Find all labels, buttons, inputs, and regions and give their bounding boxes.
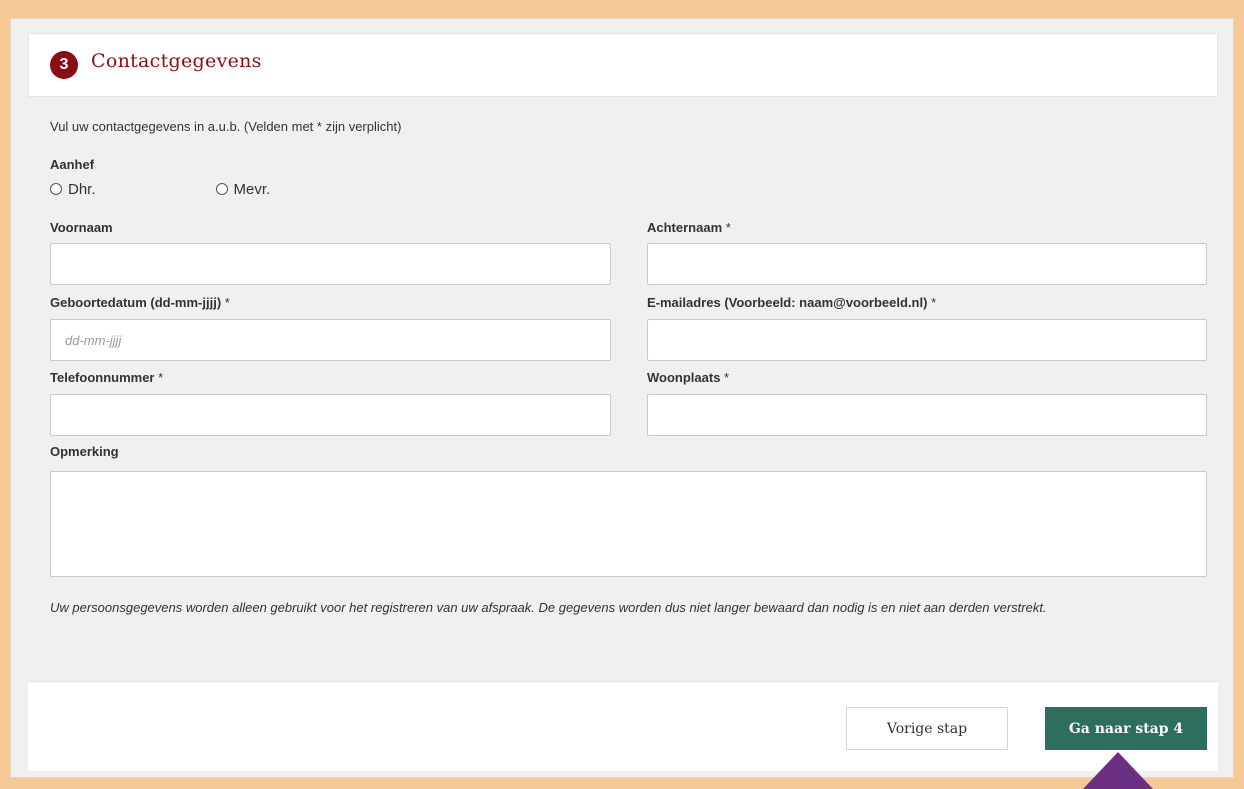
required-marker: * <box>722 220 731 235</box>
email-field[interactable] <box>647 319 1207 361</box>
phone-label: Telefoonnummer * <box>50 370 163 385</box>
pointer-arrow-icon <box>1083 752 1153 789</box>
remark-label: Opmerking <box>50 444 119 459</box>
birth-date-label: Geboortedatum (dd-mm-jjjj) * <box>50 295 230 310</box>
salutation-radio-group: Dhr. Mevr. <box>50 179 270 199</box>
phone-label-text: Telefoonnummer <box>50 370 155 385</box>
salutation-option-mrs[interactable]: Mevr. <box>215 180 271 198</box>
next-step-button[interactable]: Ga naar stap 4 <box>1045 707 1207 750</box>
salutation-label: Aanhef <box>50 157 95 172</box>
required-marker: * <box>221 295 230 310</box>
remark-textarea[interactable] <box>50 471 1207 577</box>
step-number-badge: 3 <box>50 51 78 79</box>
salutation-option-label: Mevr. <box>233 180 271 198</box>
radio-circle-icon[interactable] <box>215 183 228 195</box>
panel-title: Contactgegevens <box>91 50 262 72</box>
intro-text: Vul uw contactgegevens in a.u.b. (Velden… <box>50 119 402 134</box>
salutation-option-label: Dhr. <box>68 180 96 198</box>
city-label-text: Woonplaats <box>647 370 721 385</box>
last-name-field[interactable] <box>647 243 1207 285</box>
required-marker: * <box>720 370 730 385</box>
city-field[interactable] <box>647 394 1207 436</box>
email-label-text: E-mailadres (Voorbeeld: naam@voorbeeld.n… <box>647 295 928 310</box>
birth-date-label-text: Geboortedatum (dd-mm-jjjj) <box>50 295 222 310</box>
phone-field[interactable] <box>50 394 611 436</box>
previous-step-button[interactable]: Vorige stap <box>846 707 1008 750</box>
panel-header: 3 Contactgegevens <box>28 33 1218 97</box>
required-marker: * <box>154 370 164 385</box>
first-name-label-text: Voornaam <box>50 220 113 235</box>
required-marker: * <box>927 295 937 310</box>
radio-circle-icon[interactable] <box>50 183 62 195</box>
email-label: E-mailadres (Voorbeeld: naam@voorbeeld.n… <box>647 295 936 310</box>
last-name-label: Achternaam * <box>647 220 731 235</box>
city-label: Woonplaats * <box>647 370 729 385</box>
contact-details-panel: 3 Contactgegevens Vul uw contactgegevens… <box>10 18 1234 778</box>
last-name-label-text: Achternaam <box>647 220 723 235</box>
privacy-notice: Uw persoonsgegevens worden alleen gebrui… <box>50 600 1047 615</box>
first-name-label: Voornaam <box>50 220 113 235</box>
salutation-option-mr[interactable]: Dhr. <box>50 181 96 198</box>
first-name-field[interactable] <box>50 243 611 285</box>
birth-date-field[interactable] <box>50 319 611 361</box>
form-footer: Vorige stap Ga naar stap 4 <box>28 681 1218 771</box>
